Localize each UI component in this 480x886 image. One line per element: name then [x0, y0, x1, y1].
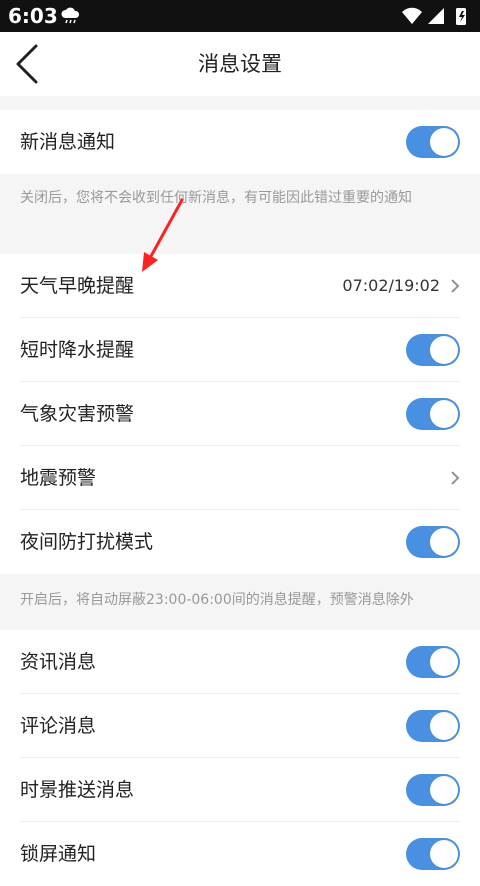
row-new-message-notification[interactable]: 新消息通知 — [0, 110, 480, 174]
weather-icon — [60, 6, 82, 28]
row-label: 资讯消息 — [20, 651, 97, 673]
lock-screen-toggle[interactable] — [406, 838, 460, 870]
night-mode-toggle[interactable] — [406, 526, 460, 558]
new-message-toggle[interactable] — [406, 126, 460, 158]
row-night-do-not-disturb[interactable]: 夜间防打扰模式 — [0, 510, 480, 574]
notification-hint: 关闭后，您将不会收到任何新消息，有可能因此错过重要的通知 — [20, 190, 412, 206]
comment-toggle[interactable] — [406, 710, 460, 742]
annotation-arrow-icon — [142, 198, 184, 272]
row-label: 评论消息 — [20, 715, 97, 737]
row-weather-reminder[interactable]: 天气早晚提醒 07:02/19:02 — [0, 254, 480, 318]
chevron-right-icon — [451, 279, 460, 293]
chevron-right-icon — [451, 471, 460, 485]
news-toggle[interactable] — [406, 646, 460, 678]
disaster-warning-toggle[interactable] — [406, 398, 460, 430]
page-title: 消息设置 — [198, 52, 282, 76]
row-news-messages[interactable]: 资讯消息 — [0, 630, 480, 694]
row-label: 地震预警 — [20, 467, 97, 489]
row-label: 新消息通知 — [20, 131, 116, 153]
row-label: 夜间防打扰模式 — [20, 531, 154, 553]
row-label: 气象灾害预警 — [20, 403, 135, 425]
row-lock-screen-notification[interactable]: 锁屏通知 — [0, 822, 480, 886]
signal-icon — [428, 8, 444, 24]
reminder-time-value: 07:02/19:02 — [342, 276, 440, 295]
row-earthquake-warning[interactable]: 地震预警 — [0, 446, 480, 510]
wifi-icon — [402, 7, 422, 25]
row-comment-messages[interactable]: 评论消息 — [0, 694, 480, 758]
row-label: 时景推送消息 — [20, 779, 135, 801]
status-icons — [400, 6, 472, 30]
row-label: 天气早晚提醒 — [20, 275, 135, 297]
row-label: 锁屏通知 — [20, 843, 97, 865]
row-weather-disaster-warning[interactable]: 气象灾害预警 — [0, 382, 480, 446]
precipitation-toggle[interactable] — [406, 334, 460, 366]
row-live-scene-push[interactable]: 时景推送消息 — [0, 758, 480, 822]
status-time: 6:03 — [8, 4, 58, 28]
status-bar: 6:03 — [0, 0, 480, 32]
row-short-term-precipitation[interactable]: 短时降水提醒 — [0, 318, 480, 382]
live-scene-toggle[interactable] — [406, 774, 460, 806]
row-label: 短时降水提醒 — [20, 339, 135, 361]
night-mode-hint: 开启后，将自动屏蔽23:00-06:00间的消息提醒，预警消息除外 — [20, 592, 414, 608]
navigation-bar: 消息设置 — [0, 32, 480, 96]
